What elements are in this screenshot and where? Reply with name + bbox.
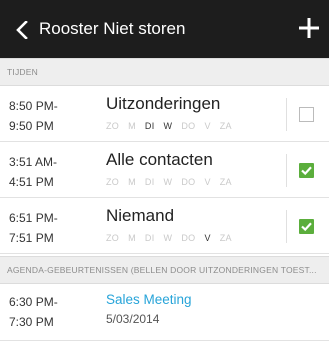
plus-icon xyxy=(299,18,319,38)
weekday-label: ZA xyxy=(219,177,232,187)
weekday-label: DO xyxy=(181,177,196,187)
add-button[interactable] xyxy=(298,17,320,39)
event-row[interactable]: 6:30 PM- 7:30 PM Sales Meeting 5/03/2014 xyxy=(0,284,329,341)
schedule-name: Alle contacten xyxy=(106,150,213,169)
weekday-label: W xyxy=(163,121,173,131)
weekday-label: M xyxy=(128,177,136,187)
start-time: 3:51 AM- xyxy=(9,155,58,169)
divider xyxy=(286,154,287,187)
event-date: 5/03/2014 xyxy=(106,312,160,326)
weekday-label: W xyxy=(163,177,173,187)
end-time: 4:51 PM xyxy=(9,175,54,189)
divider xyxy=(286,98,287,131)
weekday-label: ZO xyxy=(106,233,120,243)
schedule-name: Uitzonderingen xyxy=(106,94,221,113)
weekday-label: DI xyxy=(144,121,155,131)
weekday-label: V xyxy=(204,177,211,187)
section-header-agenda: AGENDA-GEBEURTENISSEN (BELLEN DOOR UITZO… xyxy=(0,256,329,284)
end-time: 7:30 PM xyxy=(9,315,54,329)
schedule-name: Niemand xyxy=(106,206,175,225)
top-app-bar: Rooster Niet storen xyxy=(0,0,329,58)
section-label: TIJDEN xyxy=(7,67,38,77)
enable-checkbox[interactable] xyxy=(299,107,314,122)
schedule-row[interactable]: 6:51 PM- 7:51 PM Niemand ZO M DI W DO V ZA xyxy=(0,198,329,254)
weekday-label: DI xyxy=(144,233,155,243)
weekday-label: W xyxy=(163,233,173,243)
schedule-row[interactable]: 8:50 PM- 9:50 PM Uitzonderingen ZO M DI W DO V ZA xyxy=(0,86,329,142)
weekday-label: ZO xyxy=(106,121,120,131)
weekday-label: DO xyxy=(181,121,196,131)
start-time: 6:51 PM- xyxy=(9,211,58,225)
back-button[interactable] xyxy=(14,20,30,40)
chevron-left-icon xyxy=(16,21,28,39)
divider xyxy=(286,210,287,243)
weekday-label: M xyxy=(128,233,136,243)
weekday-label: V xyxy=(204,121,211,131)
page-title: Rooster Niet storen xyxy=(39,19,186,38)
weekday-label: M xyxy=(128,121,136,131)
end-time: 7:51 PM xyxy=(9,231,54,245)
enable-checkbox[interactable] xyxy=(299,163,314,178)
weekday-list: ZO M DI W DO V ZA xyxy=(106,120,241,132)
start-time: 8:50 PM- xyxy=(9,99,58,113)
weekday-list: ZO M DI W DO V ZA xyxy=(106,232,241,244)
weekday-label: DI xyxy=(144,177,155,187)
section-label: AGENDA-GEBEURTENISSEN (BELLEN DOOR UITZO… xyxy=(7,265,317,275)
weekday-list: ZO M DI W DO V ZA xyxy=(106,176,241,188)
weekday-label: V xyxy=(204,233,211,243)
weekday-label: DO xyxy=(181,233,196,243)
event-title[interactable]: Sales Meeting xyxy=(106,291,192,309)
checkmark-icon xyxy=(301,166,312,176)
weekday-label: ZA xyxy=(219,121,232,131)
checkmark-icon xyxy=(301,222,312,232)
enable-checkbox[interactable] xyxy=(299,219,314,234)
weekday-label: ZO xyxy=(106,177,120,187)
start-time: 6:30 PM- xyxy=(9,295,58,309)
schedule-row[interactable]: 3:51 AM- 4:51 PM Alle contacten ZO M DI W DO V ZA xyxy=(0,142,329,198)
end-time: 9:50 PM xyxy=(9,119,54,133)
weekday-label: ZA xyxy=(219,233,232,243)
section-header-times: TIJDEN xyxy=(0,58,329,86)
